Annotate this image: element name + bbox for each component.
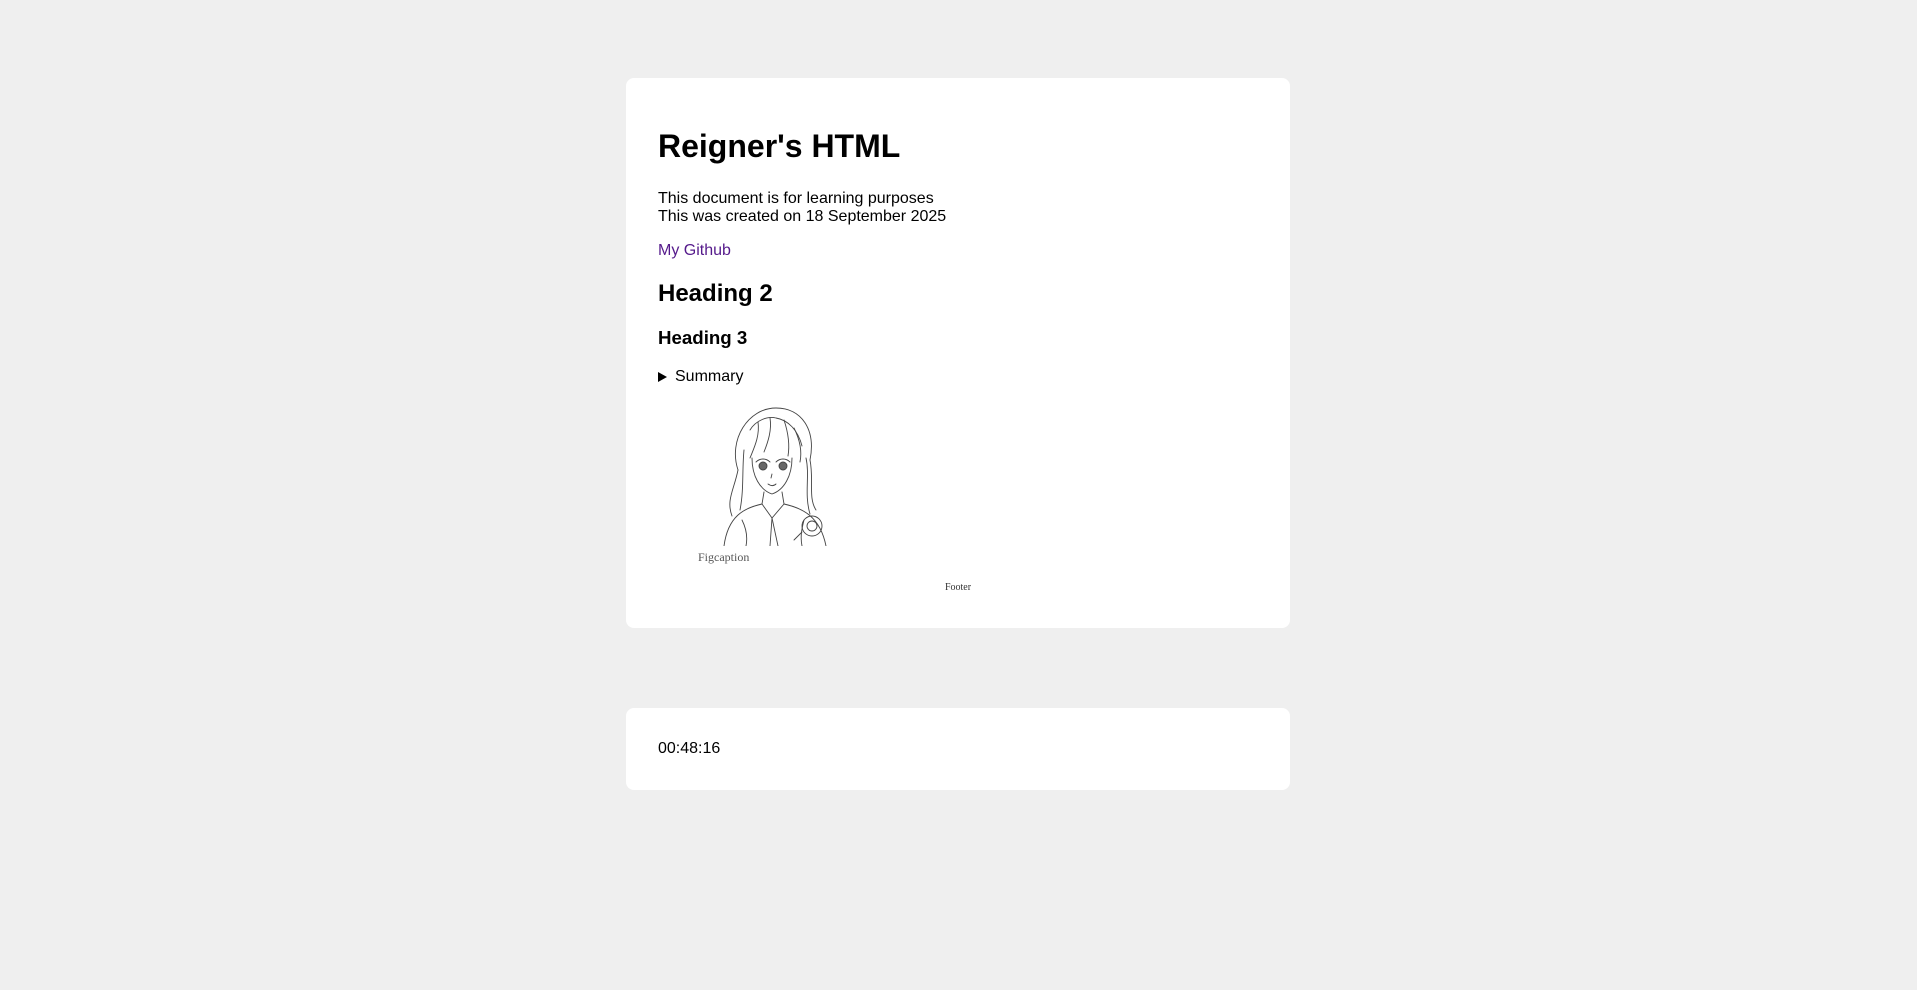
intro-text: This document is for learning purposes T… (658, 190, 946, 226)
clock-card: 00:48:16 (626, 708, 1290, 790)
page-title: Reigner's HTML (658, 128, 901, 164)
heading-2: Heading 2 (658, 280, 773, 307)
disclosure-triangle-icon (658, 372, 667, 382)
intro-line-purpose: This document is for learning purposes (658, 190, 934, 207)
summary-label: Summary (675, 368, 744, 385)
figure-caption: Figcaption (698, 550, 750, 564)
intro-line-created: This was created on 18 September 2025 (658, 208, 947, 225)
main-card: Reigner's HTML This document is for lear… (626, 78, 1290, 628)
figure-image (698, 400, 844, 546)
clock-time: 00:48:16 (658, 740, 721, 757)
heading-3: Heading 3 (658, 327, 748, 348)
details-summary[interactable]: Summary (658, 368, 743, 386)
page-footer: Footer (944, 582, 972, 593)
github-link[interactable]: My Github (658, 242, 731, 260)
anime-character-sketch-icon (723, 407, 827, 546)
